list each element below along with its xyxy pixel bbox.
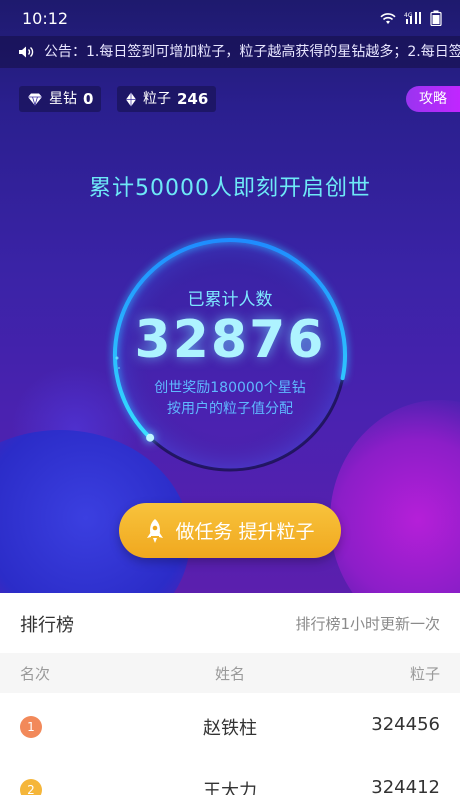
signal-icon: 4G [404, 12, 421, 24]
diamond-icon [28, 93, 42, 106]
particle-balance[interactable]: 粒子 246 [117, 86, 217, 112]
diamond-balance[interactable]: 星钻 0 [19, 86, 102, 112]
ranking-update-note: 排行榜1小时更新一次 [295, 615, 440, 633]
ranking-row[interactable]: 1 赵铁柱 324456 [0, 697, 460, 757]
column-name: 姓名 [214, 665, 245, 683]
counter-label: 已累计人数 [187, 290, 273, 310]
announcement-bar[interactable]: 公告：1.每日签到可增加粒子，粒子越高获得的星钻越多；2.每日签到可增加粒子 [0, 36, 460, 68]
reward-line-1: 创世奖励180000个星钻 [154, 380, 306, 396]
do-tasks-button[interactable]: 做任务 提升粒子 [119, 503, 341, 558]
announcement-text: 公告：1.每日签到可增加粒子，粒子越高获得的星钻越多；2.每日签到可增加粒子 [44, 44, 460, 60]
battery-icon [430, 10, 442, 26]
diamond-label: 星钻 [49, 91, 77, 107]
column-points: 粒子 [409, 665, 440, 683]
reward-line-2: 按用户的粒子值分配 [167, 401, 293, 417]
hero-banner: 10:12 4G 公告：1.每日签到可增加粒子，粒子越高获得的星钻越多；2.每日… [0, 0, 460, 593]
particle-value: 246 [177, 90, 209, 108]
wifi-icon [380, 12, 396, 24]
ranking-row[interactable]: 2 王大力 324412 [0, 760, 460, 795]
status-bar: 10:12 4G [0, 0, 460, 36]
status-time: 10:12 [22, 9, 69, 28]
particle-icon [126, 92, 136, 106]
rocket-icon [147, 518, 164, 543]
ranking-points: 324412 [371, 777, 440, 795]
strategy-button[interactable]: 攻略 [406, 86, 460, 112]
counter-value: 32876 [134, 310, 326, 370]
ranking-points: 324456 [371, 714, 440, 735]
status-icons: 4G [380, 10, 442, 26]
ranking-column-header: 名次 姓名 粒子 [0, 653, 460, 693]
particle-label: 粒子 [143, 91, 171, 107]
speaker-icon [19, 46, 34, 58]
ranking-title: 排行榜 [20, 615, 74, 636]
progress-dot [146, 433, 155, 442]
diamond-value: 0 [83, 90, 94, 108]
ranking-header: 排行榜 排行榜1小时更新一次 [0, 593, 460, 653]
campaign-headline: 累计50000人即刻开启创世 [89, 176, 371, 201]
do-tasks-label: 做任务 提升粒子 [175, 521, 315, 543]
